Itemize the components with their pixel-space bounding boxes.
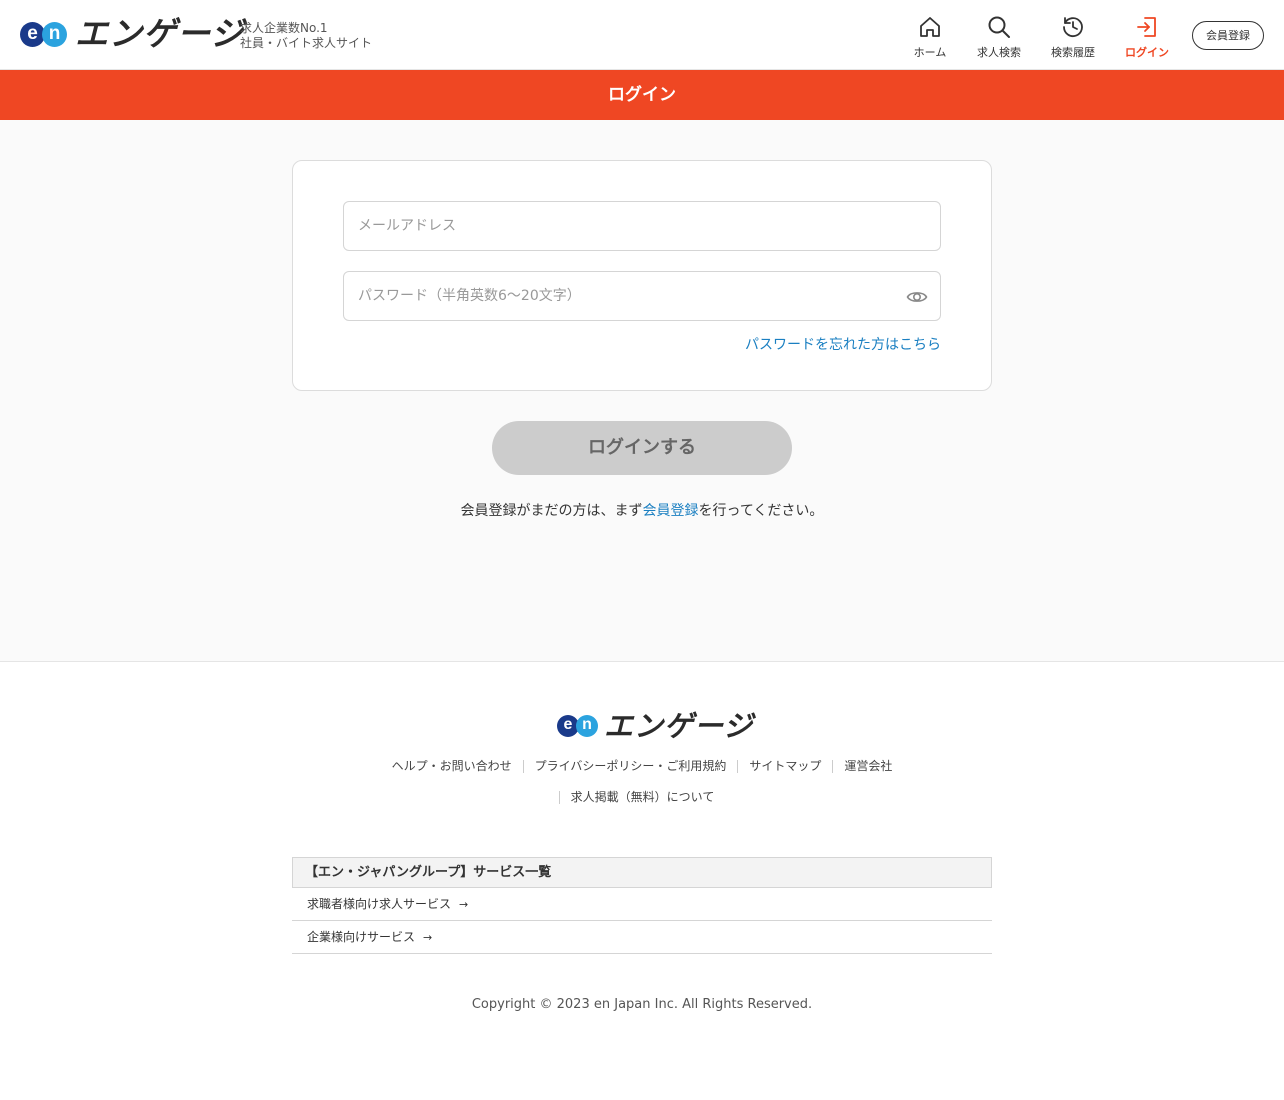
footer-logo-badge-n: n	[576, 715, 598, 737]
logo-wordmark: エンゲージ	[75, 14, 245, 53]
nav-search-history[interactable]: 検索履歴	[1033, 14, 1113, 60]
home-icon	[920, 17, 940, 37]
site-header: e n エンゲージ 求人企業数No.1 社員・バイト求人サイト ホーム 求人検索	[0, 0, 1284, 70]
main-content: パスワードを忘れた方はこちら ログインする 会員登録がまだの方は、まず会員登録を…	[0, 120, 1284, 662]
footer-link-help[interactable]: ヘルプ・お問い合わせ	[381, 757, 523, 774]
page-title: ログイン	[0, 70, 1284, 120]
register-button[interactable]: 会員登録	[1192, 21, 1264, 50]
tagline-line-1: 求人企業数No.1	[240, 21, 328, 35]
group-service-label: 求職者様向け求人サービス	[307, 897, 452, 911]
site-tagline: 求人企業数No.1 社員・バイト求人サイト	[240, 21, 372, 51]
email-field	[343, 201, 941, 251]
registration-note: 会員登録がまだの方は、まず会員登録を行ってください。	[0, 500, 1284, 520]
history-icon	[1063, 17, 1083, 37]
footer-links-row-1: ヘルプ・お問い合わせ プライバシーポリシー・ご利用規約 サイトマップ 運営会社	[0, 757, 1284, 774]
logo-badge-n: n	[42, 21, 67, 47]
group-services-title: 【エン・ジャパングループ】サービス一覧	[292, 857, 992, 888]
footer-link-privacy[interactable]: プライバシーポリシー・ご利用規約	[524, 757, 738, 774]
email-input[interactable]	[344, 202, 940, 250]
search-icon	[988, 16, 1010, 38]
engage-logo[interactable]: e n エンゲージ	[20, 16, 244, 52]
registration-note-before: 会員登録がまだの方は、まず	[460, 503, 643, 519]
nav-home[interactable]: ホーム	[890, 14, 970, 60]
forgot-password-link[interactable]: パスワードを忘れた方はこちら	[745, 334, 941, 354]
login-icon	[1137, 17, 1156, 37]
footer-logo-wordmark: エンゲージ	[604, 709, 754, 743]
tagline-line-2: 社員・バイト求人サイト	[240, 36, 373, 50]
login-button[interactable]: ログインする	[492, 421, 792, 475]
registration-note-after: を行ってください。	[698, 503, 824, 519]
password-input[interactable]	[344, 272, 940, 320]
nav-search-history-label: 検索履歴	[1051, 46, 1095, 59]
nav-job-search[interactable]: 求人検索	[959, 14, 1039, 60]
footer-link-job-posting[interactable]: 求人掲載（無料）について	[560, 788, 726, 805]
footer-links-row-2: 求人掲載（無料）について	[0, 788, 1284, 805]
copyright: Copyright © 2023 en Japan Inc. All Right…	[471, 997, 813, 1012]
footer-en-logo-badge: e n	[557, 715, 598, 737]
footer-logo[interactable]: e n エンゲージ	[557, 709, 753, 743]
nav-job-search-label: 求人検索	[977, 46, 1021, 59]
nav-login-label: ログイン	[1125, 46, 1169, 59]
footer-link-sitemap[interactable]: サイトマップ	[738, 757, 832, 774]
group-services-list: 【エン・ジャパングループ】サービス一覧 求職者様向け求人サービス → 企業様向けサ…	[292, 857, 992, 954]
group-service-row-jobseekers[interactable]: 求職者様向け求人サービス →	[292, 888, 992, 921]
registration-link[interactable]: 会員登録	[643, 503, 699, 519]
footer-link-company[interactable]: 運営会社	[833, 757, 903, 774]
arrow-right-icon: →	[459, 898, 469, 911]
en-logo-badge: e n	[20, 21, 67, 47]
nav-login[interactable]: ログイン	[1107, 14, 1187, 60]
login-form-card: パスワードを忘れた方はこちら	[292, 160, 992, 391]
group-service-row-companies[interactable]: 企業様向けサービス →	[292, 921, 992, 954]
arrow-right-icon: →	[423, 931, 433, 944]
show-password-icon[interactable]	[906, 287, 928, 307]
nav-home-label: ホーム	[913, 46, 947, 59]
password-field	[343, 271, 941, 321]
group-service-label: 企業様向けサービス	[307, 930, 416, 944]
